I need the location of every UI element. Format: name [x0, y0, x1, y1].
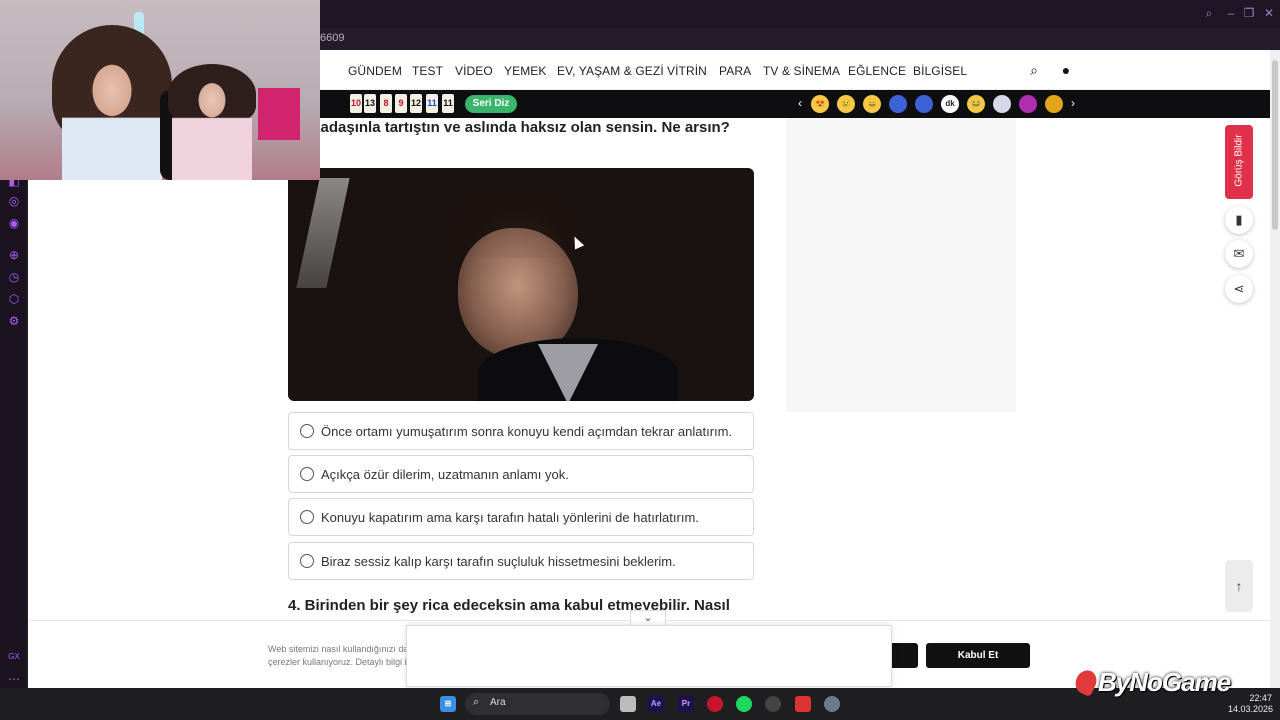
emoji-love-icon[interactable]: 😍	[811, 95, 829, 113]
answer-option-2[interactable]: Açıkça özür dilerim, uzatmanın anlamı yo…	[288, 455, 754, 493]
nav-item-gundem[interactable]: GÜNDEM	[348, 64, 402, 78]
nav-item-test[interactable]: TEST	[412, 64, 443, 78]
search-icon[interactable]: ⌕	[1026, 62, 1042, 78]
feedback-label: Görüş Bildir	[1233, 134, 1245, 187]
radio-icon[interactable]	[300, 510, 314, 524]
settings-taskbar-icon[interactable]	[824, 696, 840, 712]
spotify-icon[interactable]	[736, 696, 752, 712]
emoji-happy-icon[interactable]: 😄	[863, 95, 881, 113]
answer-option-label: Konuyu kapatırım ama karşı tarafın hatal…	[321, 510, 699, 525]
clock[interactable]: 22:47 14.03.2026	[1228, 693, 1274, 715]
answer-option-label: Biraz sessiz kalıp karşı tarafın suçlulu…	[321, 554, 676, 569]
webcam-overlay	[0, 0, 320, 180]
cookie-text: Web sitemizi nasıl kullandığınızı dah çe…	[268, 643, 408, 669]
answer-option-3[interactable]: Konuyu kapatırım ama karşı tarafın hatal…	[288, 498, 754, 536]
emoji-pink-icon[interactable]	[1019, 95, 1037, 113]
tile-2: 13	[364, 94, 376, 113]
gx-icon[interactable]: GX	[7, 650, 21, 664]
scroll-top-icon[interactable]: ↑	[1225, 560, 1253, 612]
bottom-ad-popup	[406, 625, 892, 687]
cookie-text-line2: çerezler kullanıyoruz. Detaylı bilgi iç	[268, 657, 408, 667]
cookie-text-line1: Web sitemizi nasıl kullandığınızı dah	[268, 644, 408, 654]
calendar-icon[interactable]	[795, 696, 811, 712]
nav-item-eglence[interactable]: EĞLENCE	[848, 64, 906, 78]
nav-item-bilgisel[interactable]: BİLGİSEL	[913, 64, 967, 78]
comments-icon[interactable]: ✉	[1225, 240, 1253, 268]
seri-diz-button[interactable]: Seri Diz	[465, 95, 517, 113]
opera-gx-icon[interactable]	[707, 696, 723, 712]
share-icon[interactable]: ⋖	[1225, 275, 1253, 303]
tile-1: 10	[350, 94, 362, 113]
radio-icon[interactable]	[300, 424, 314, 438]
extensions-icon[interactable]: ⬡	[7, 292, 21, 306]
start-icon[interactable]: ⊞	[440, 696, 456, 712]
nav-item-ev-yasam[interactable]: EV, YAŞAM & GEZİ	[557, 64, 664, 78]
tile-7: 11	[442, 94, 454, 113]
answer-option-4[interactable]: Biraz sessiz kalıp karşı tarafın suçlulu…	[288, 542, 754, 580]
answer-option-label: Önce ortamı yumuşatırım sonra konuyu ken…	[321, 424, 733, 439]
nav-item-video[interactable]: VİDEO	[455, 64, 493, 78]
question-image	[288, 168, 754, 401]
answer-option-1[interactable]: Önce ortamı yumuşatırım sonra konuyu ken…	[288, 412, 754, 450]
emoji-laugh-icon[interactable]: 😂	[967, 95, 985, 113]
emoji-blue2-icon[interactable]	[915, 95, 933, 113]
nav-item-para[interactable]: PARA	[719, 64, 751, 78]
after-effects-icon[interactable]: Ae	[648, 696, 664, 712]
clock-date: 14.03.2026	[1228, 704, 1274, 714]
bookmark-icon[interactable]: ▮	[1225, 206, 1253, 234]
answer-option-label: Açıkça özür dilerim, uzatmanın anlamı yo…	[321, 467, 569, 482]
nav-item-vitrin[interactable]: VİTRİN	[667, 64, 707, 78]
search-tabs-icon[interactable]: ⌕	[1202, 6, 1216, 20]
more-icon[interactable]: ⋯	[7, 672, 21, 686]
emoji-next-icon[interactable]: ›	[1071, 96, 1075, 110]
settings-icon[interactable]: ⚙	[7, 314, 21, 328]
discord-icon[interactable]: ◉	[7, 216, 21, 230]
cookie-accept-button[interactable]: Kabul Et	[926, 643, 1030, 668]
cookie-settings-button[interactable]	[890, 643, 918, 668]
tile-5: 12	[410, 94, 422, 113]
question-title: r arkadaşınla tartıştın ve aslında haksı…	[288, 119, 730, 136]
taskbar-search[interactable]: ⌕ Ara	[465, 693, 610, 715]
tile-3: 8	[380, 94, 392, 113]
url-text[interactable]: 6609	[320, 32, 344, 44]
maximize-icon[interactable]: ❐	[1242, 6, 1256, 20]
search-icon: ⌕	[473, 696, 480, 708]
radio-icon[interactable]	[300, 467, 314, 481]
emoji-sad-icon[interactable]: 😢	[837, 95, 855, 113]
radio-icon[interactable]	[300, 554, 314, 568]
discord-taskbar-icon[interactable]	[765, 696, 781, 712]
nav-item-tv-sinema[interactable]: TV & SİNEMA	[763, 64, 840, 78]
emoji-prev-icon[interactable]: ‹	[798, 96, 802, 110]
minimize-icon[interactable]: –	[1224, 6, 1238, 20]
emoji-dk-icon[interactable]: dk	[941, 95, 959, 113]
clock-time: 22:47	[1249, 693, 1272, 703]
page-scrollbar[interactable]	[1270, 50, 1280, 688]
scroll-thumb[interactable]	[1272, 60, 1278, 230]
taskbar-search-label: Ara	[490, 697, 506, 708]
tile-4: 9	[395, 94, 407, 113]
instagram-icon[interactable]: ◎	[7, 194, 21, 208]
ad-placeholder	[786, 118, 1016, 412]
premiere-icon[interactable]: Pr	[678, 696, 694, 712]
nav-item-yemek[interactable]: YEMEK	[504, 64, 547, 78]
emoji-gold-icon[interactable]	[1045, 95, 1063, 113]
close-icon[interactable]: ✕	[1262, 6, 1276, 20]
history-icon[interactable]: ◷	[7, 270, 21, 284]
emoji-snow-icon[interactable]	[993, 95, 1011, 113]
user-icon[interactable]: ●	[1058, 62, 1074, 78]
add-icon[interactable]: ⊕	[7, 248, 21, 262]
chevron-down-icon[interactable]: ⌄	[630, 610, 666, 626]
bynogame-watermark: ByNoGame	[1098, 667, 1231, 697]
next-question-title: 4. Birinden bir şey rica edeceksin ama k…	[288, 597, 730, 614]
feedback-button[interactable]: Görüş Bildir	[1225, 125, 1253, 199]
tile-6: 11	[426, 94, 438, 113]
file-explorer-icon[interactable]	[620, 696, 636, 712]
emoji-blue-icon[interactable]	[889, 95, 907, 113]
